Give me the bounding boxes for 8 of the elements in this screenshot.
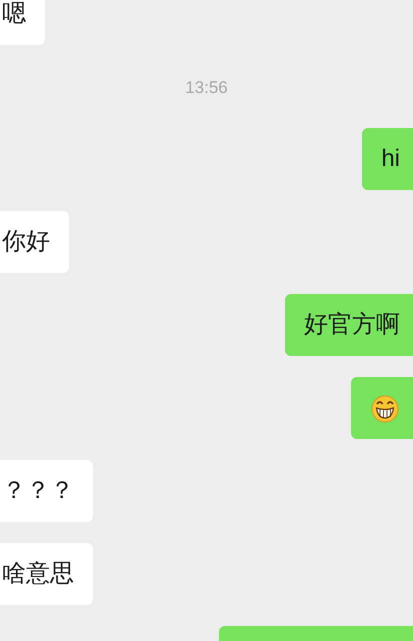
timestamp: 13:56 [185,77,228,100]
message-bubble: hi [362,128,413,190]
message-bubble: ？？？ [0,460,93,522]
message-bubble: 好官方啊 [285,294,413,356]
message-bubble: 啥意思 [0,543,93,605]
grinning-emoji-icon [370,393,400,423]
message-bubble: 嗯 [0,0,45,45]
message-bubble: 你好 [0,211,69,273]
